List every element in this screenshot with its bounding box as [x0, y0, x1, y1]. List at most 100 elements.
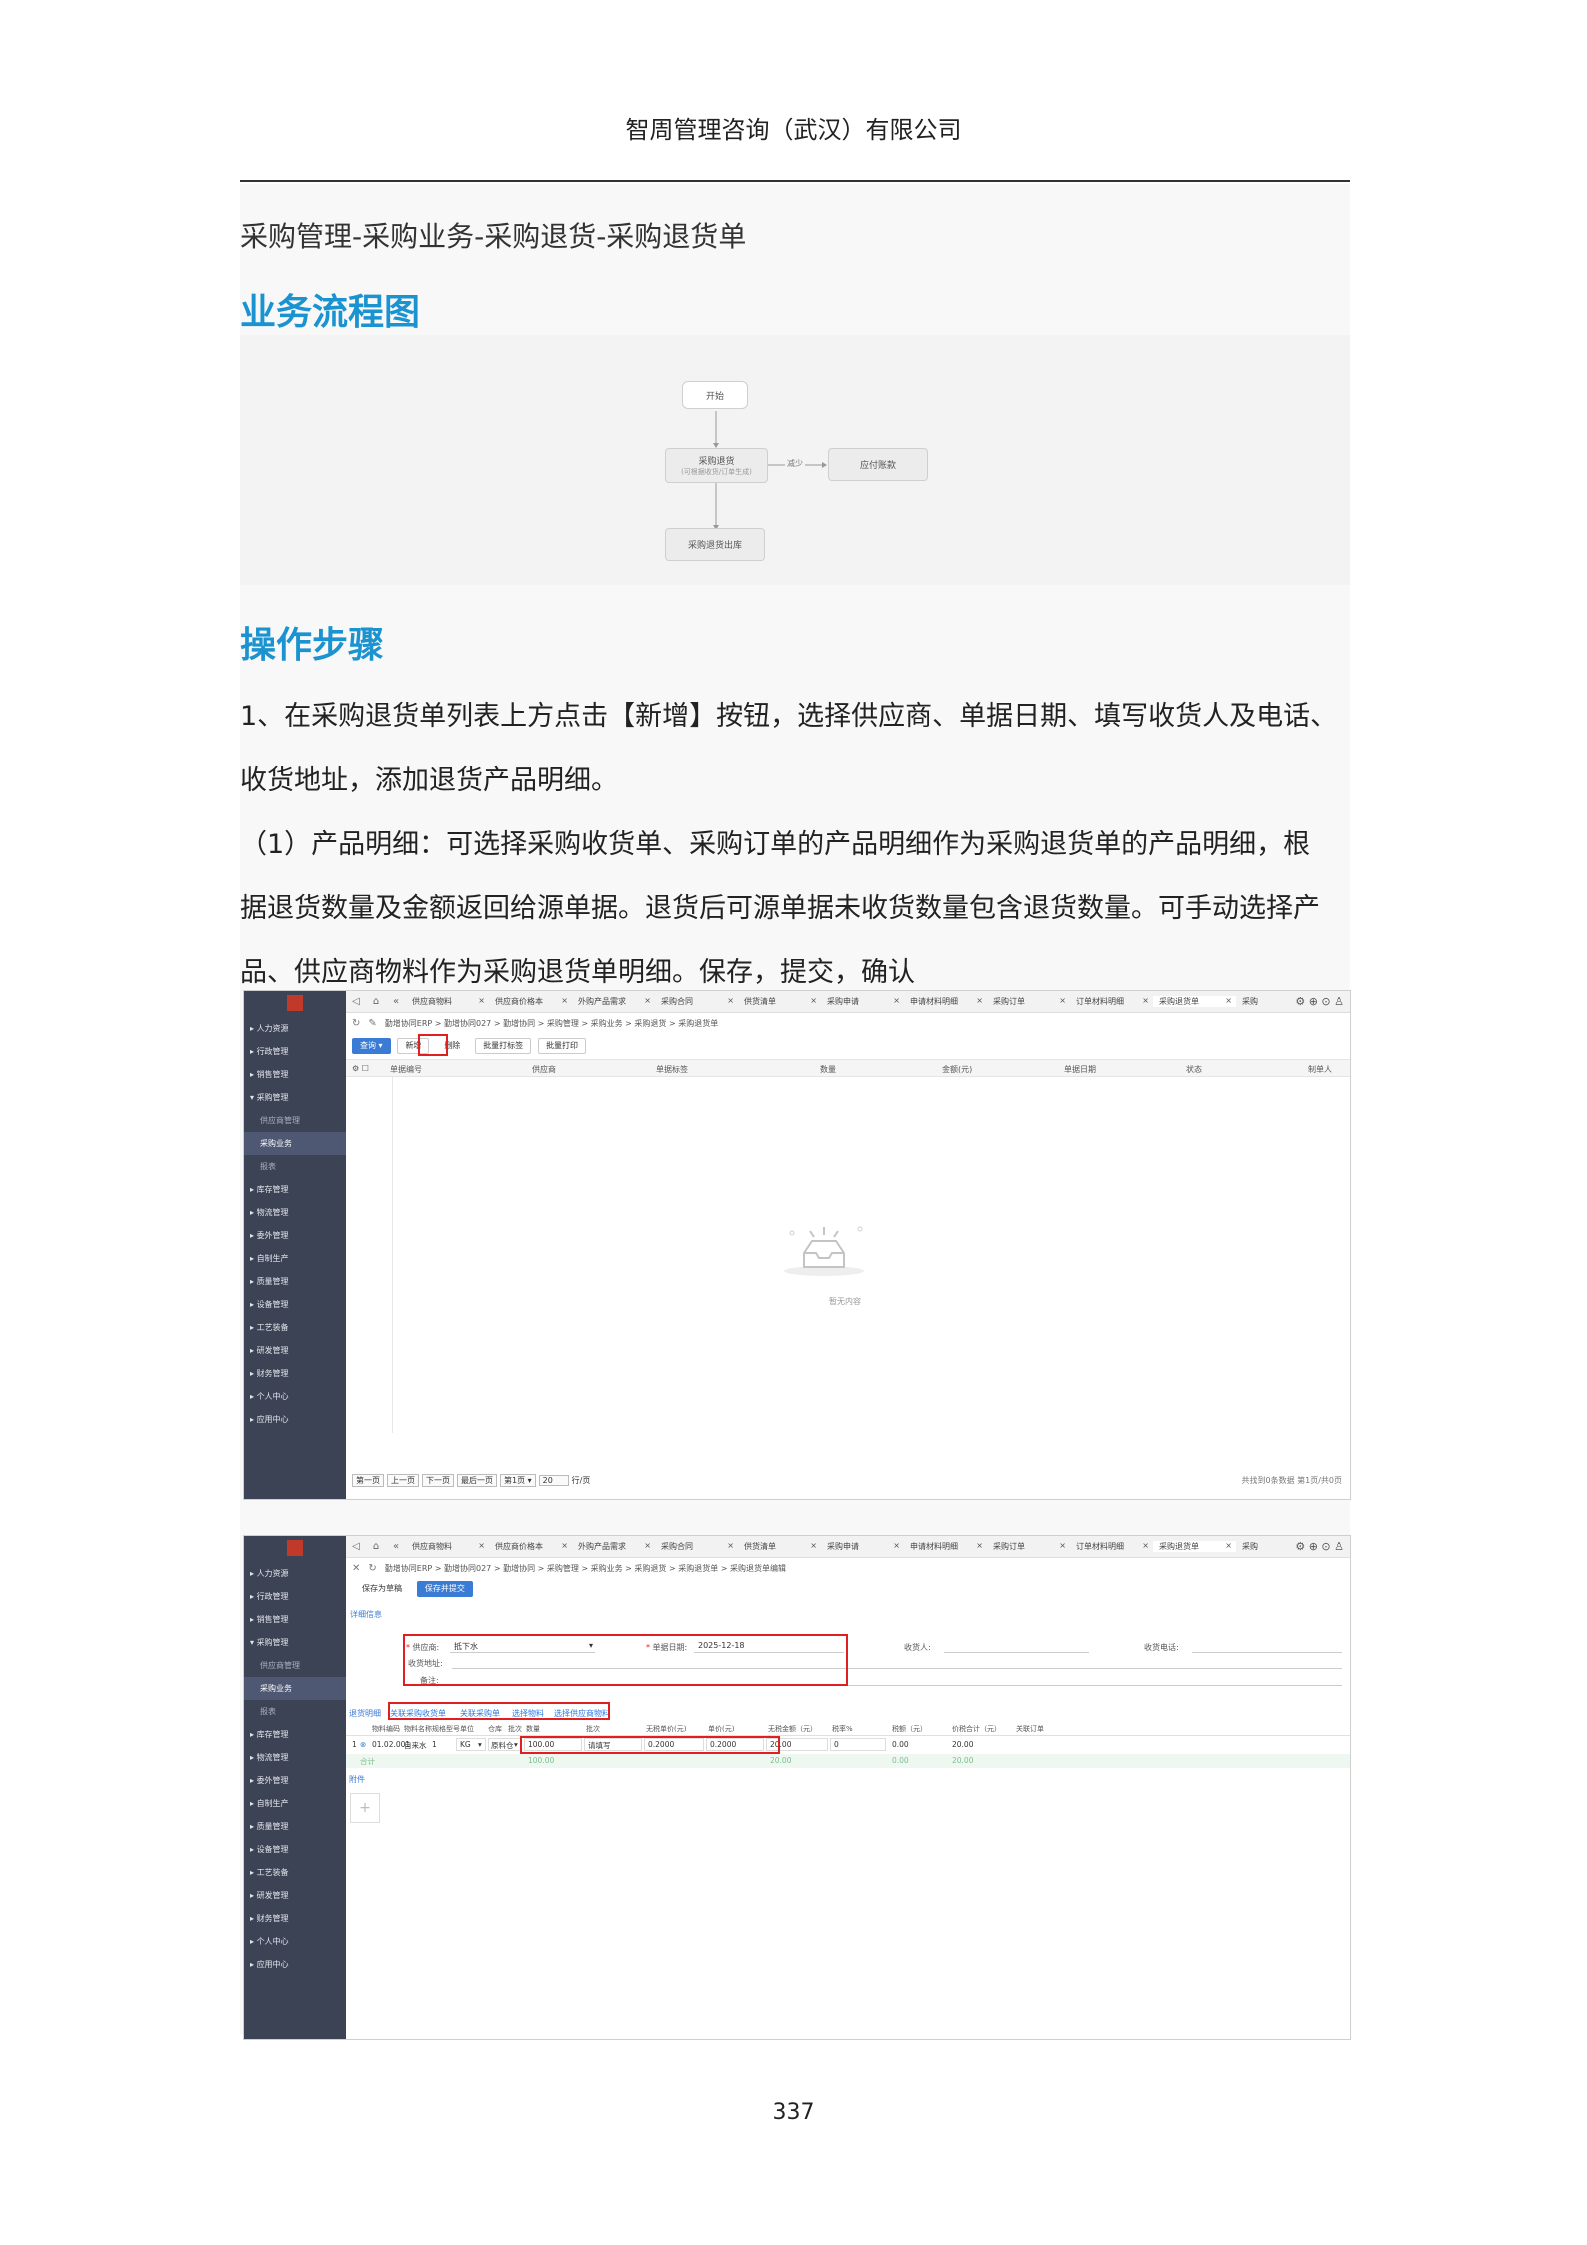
close-icon[interactable]: × [976, 1541, 983, 1552]
sidebar-item-logistics[interactable]: ▸ 物流管理 [244, 1746, 346, 1769]
tab-purchase-order[interactable]: 采购订单 × [987, 996, 1070, 1007]
close-icon[interactable]: × [976, 996, 983, 1007]
close-icon[interactable]: × [644, 996, 651, 1007]
close-icon[interactable]: × [561, 996, 568, 1007]
close-icon[interactable]: × [810, 996, 817, 1007]
receiver-input[interactable] [944, 1641, 1089, 1653]
close-icon[interactable]: × [893, 996, 900, 1007]
add-attachment-button[interactable]: + [350, 1793, 380, 1823]
last-page-button[interactable]: 最后一页 [457, 1473, 497, 1487]
tab-order-detail[interactable]: 订单材料明细 × [1070, 996, 1153, 1007]
sidebar-item-equipment[interactable]: ▸ 设备管理 [244, 1838, 346, 1861]
batch-label-button[interactable]: 批量打标签 [475, 1038, 532, 1054]
sidebar-item-inventory[interactable]: ▸ 库存管理 [244, 1178, 346, 1201]
tab-supplier-price[interactable]: 供应商价格本 × [489, 996, 572, 1007]
sidebar-item-sales[interactable]: ▸ 销售管理 [244, 1608, 346, 1631]
tab-supplier-price[interactable]: 供应商价格本 × [489, 1541, 572, 1552]
tab-purchase-order[interactable]: 采购订单 × [987, 1541, 1070, 1552]
sidebar-item-rd[interactable]: ▸ 研发管理 [244, 1884, 346, 1907]
tab-supply-list[interactable]: 供货清单 × [738, 996, 821, 1007]
tab-purchase-request[interactable]: 采购申请 × [821, 1541, 904, 1552]
pin-icon[interactable]: ✎ [368, 1018, 376, 1029]
sidebar-item-report[interactable]: 报表 [244, 1155, 346, 1178]
sidebar-item-finance[interactable]: ▸ 财务管理 [244, 1362, 346, 1385]
tab-supplier-material[interactable]: 供应商物料 × [406, 996, 489, 1007]
query-button[interactable]: 查询 ▾ [352, 1038, 391, 1054]
tab-scroll-left-icon[interactable]: « [386, 1541, 406, 1552]
sidebar-item-hr[interactable]: ▸ 人力资源 [244, 1017, 346, 1040]
col-supplier[interactable]: 供应商 [532, 1064, 556, 1075]
close-icon[interactable]: × [1059, 1541, 1066, 1552]
sidebar-item-tooling[interactable]: ▸ 工艺装备 [244, 1861, 346, 1884]
tab-return-order[interactable]: 采购退货单 × [1153, 1541, 1236, 1552]
tab-contract[interactable]: 采购合同 × [655, 996, 738, 1007]
sidebar-item-report[interactable]: 报表 [244, 1700, 346, 1723]
close-icon[interactable]: ✕ [352, 1563, 360, 1574]
sidebar-item-outsource[interactable]: ▸ 委外管理 [244, 1224, 346, 1247]
sidebar-item-logistics[interactable]: ▸ 物流管理 [244, 1201, 346, 1224]
refresh-icon[interactable]: ↻ [352, 1018, 360, 1029]
sidebar-item-supplier[interactable]: 供应商管理 [244, 1654, 346, 1677]
sidebar-item-production[interactable]: ▸ 自制生产 [244, 1247, 346, 1270]
col-doc-no[interactable]: 单据编号 [390, 1064, 422, 1075]
settings-icon[interactable]: ⚙ [1295, 995, 1305, 1008]
remove-row-icon[interactable]: ⊗ [360, 1740, 366, 1749]
sidebar-item-purchase-business[interactable]: 采购业务 [244, 1132, 346, 1155]
tab-purchase-request[interactable]: 采购申请 × [821, 996, 904, 1007]
globe-icon[interactable]: ⊕ [1309, 995, 1318, 1008]
close-icon[interactable]: × [1225, 1541, 1232, 1552]
next-page-button[interactable]: 下一页 [422, 1473, 454, 1487]
col-quantity[interactable]: 数量 [820, 1064, 836, 1075]
prev-page-button[interactable]: 上一页 [387, 1473, 419, 1487]
col-creator[interactable]: 制单人 [1308, 1064, 1332, 1075]
settings-icon[interactable]: ⚙ ☐ [352, 1064, 369, 1073]
close-icon[interactable]: × [1225, 996, 1232, 1007]
refresh-icon[interactable]: ↻ [368, 1563, 376, 1574]
close-icon[interactable]: × [893, 1541, 900, 1552]
tab-request-detail[interactable]: 申请材料明细 × [904, 996, 987, 1007]
user-icon[interactable]: ♙ [1334, 995, 1344, 1008]
close-icon[interactable]: × [644, 1541, 651, 1552]
tab-prev-icon[interactable]: ◁ [346, 996, 366, 1007]
tab-outsource-demand[interactable]: 外购产品需求 × [572, 1541, 655, 1552]
sidebar-item-purchase-business[interactable]: 采购业务 [244, 1677, 346, 1700]
tab-outsource-demand[interactable]: 外购产品需求 × [572, 996, 655, 1007]
sidebar-item-equipment[interactable]: ▸ 设备管理 [244, 1293, 346, 1316]
tab-purchase-more[interactable]: 采购 [1236, 996, 1262, 1007]
sidebar-item-finance[interactable]: ▸ 财务管理 [244, 1907, 346, 1930]
close-icon[interactable]: × [810, 1541, 817, 1552]
sidebar-item-tooling[interactable]: ▸ 工艺装备 [244, 1316, 346, 1339]
tab-purchase-more[interactable]: 采购 [1236, 1541, 1262, 1552]
sidebar-item-purchase[interactable]: ▾ 采购管理 [244, 1086, 346, 1109]
settings-icon[interactable]: ⚙ [1295, 1540, 1305, 1553]
sidebar-item-quality[interactable]: ▸ 质量管理 [244, 1270, 346, 1293]
home-icon[interactable]: ⌂ [366, 996, 386, 1007]
close-icon[interactable]: × [1059, 996, 1066, 1007]
tab-prev-icon[interactable]: ◁ [346, 1541, 366, 1552]
tab-return-order[interactable]: 采购退货单 × [1153, 996, 1236, 1007]
user-icon[interactable]: ♙ [1334, 1540, 1344, 1553]
close-icon[interactable]: × [478, 996, 485, 1007]
save-draft-button[interactable]: 保存为草稿 [354, 1581, 410, 1597]
zoom-icon[interactable]: ⊙ [1321, 1540, 1330, 1553]
sidebar-item-admin[interactable]: ▸ 行政管理 [244, 1040, 346, 1063]
first-page-button[interactable]: 第一页 [352, 1473, 384, 1487]
sidebar-item-quality[interactable]: ▸ 质量管理 [244, 1815, 346, 1838]
sidebar-item-personal[interactable]: ▸ 个人中心 [244, 1930, 346, 1953]
home-icon[interactable]: ⌂ [366, 1541, 386, 1552]
sidebar-item-sales[interactable]: ▸ 销售管理 [244, 1063, 346, 1086]
globe-icon[interactable]: ⊕ [1309, 1540, 1318, 1553]
close-icon[interactable]: × [727, 1541, 734, 1552]
sidebar-item-hr[interactable]: ▸ 人力资源 [244, 1562, 346, 1585]
sidebar-item-rd[interactable]: ▸ 研发管理 [244, 1339, 346, 1362]
sidebar-item-admin[interactable]: ▸ 行政管理 [244, 1585, 346, 1608]
zoom-icon[interactable]: ⊙ [1321, 995, 1330, 1008]
batch-print-button[interactable]: 批量打印 [538, 1038, 587, 1054]
phone-input[interactable] [1192, 1641, 1342, 1653]
sidebar-item-production[interactable]: ▸ 自制生产 [244, 1792, 346, 1815]
col-date[interactable]: 单据日期 [1064, 1064, 1096, 1075]
sidebar-item-supplier[interactable]: 供应商管理 [244, 1109, 346, 1132]
page-select[interactable]: 第1页 ▾ [500, 1473, 536, 1487]
tab-supplier-material[interactable]: 供应商物料 × [406, 1541, 489, 1552]
col-status[interactable]: 状态 [1186, 1064, 1202, 1075]
